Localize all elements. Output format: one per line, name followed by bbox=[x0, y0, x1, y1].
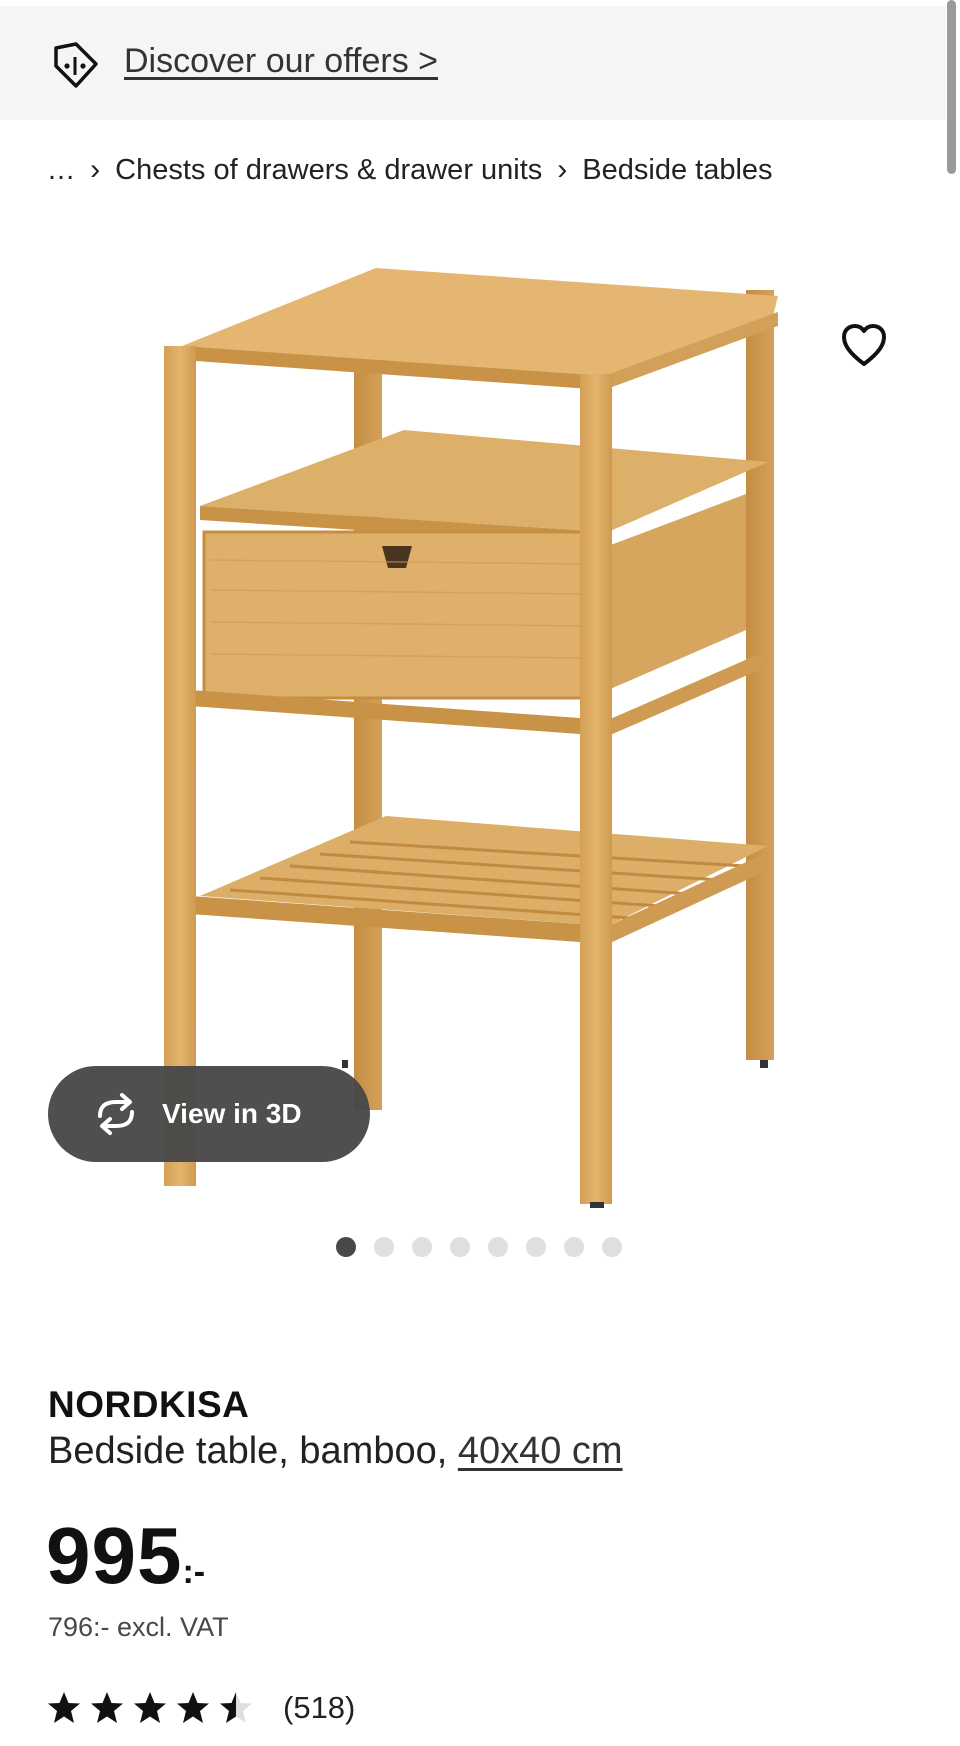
view-in-3d-button[interactable]: View in 3D bbox=[48, 1066, 370, 1162]
breadcrumb: ... › Chests of drawers & drawer units ›… bbox=[48, 150, 773, 190]
breadcrumb-separator: › bbox=[90, 153, 101, 186]
price-excl-vat: 796:- excl. VAT bbox=[48, 1612, 229, 1642]
pagination-dot[interactable] bbox=[602, 1237, 622, 1257]
product-rating[interactable]: (518) bbox=[46, 1686, 355, 1730]
discover-offers-link[interactable]: Discover our offers > bbox=[124, 42, 438, 81]
star-icon bbox=[91, 1692, 123, 1723]
product-name: NORDKISA bbox=[48, 1384, 250, 1425]
pagination-dot[interactable] bbox=[564, 1237, 584, 1257]
heart-icon[interactable] bbox=[838, 320, 890, 372]
tag-icon bbox=[54, 42, 98, 88]
page-scrollbar[interactable] bbox=[947, 0, 956, 174]
image-pagination bbox=[0, 1237, 960, 1259]
pagination-dot[interactable] bbox=[526, 1237, 546, 1257]
pagination-dot[interactable] bbox=[374, 1237, 394, 1257]
price-integer: 995 bbox=[46, 1511, 183, 1600]
pagination-dot[interactable] bbox=[412, 1237, 432, 1257]
breadcrumb-item-bedside-tables[interactable]: Bedside tables bbox=[582, 154, 772, 187]
product-size-link[interactable]: 40x40 cm bbox=[458, 1430, 623, 1472]
offers-banner: Discover our offers > bbox=[0, 6, 946, 120]
breadcrumb-item-chests-of-drawers[interactable]: Chests of drawers & drawer units bbox=[115, 154, 542, 187]
product-price: 995:- bbox=[46, 1510, 205, 1602]
view-in-3d-label: View in 3D bbox=[162, 1098, 302, 1129]
breadcrumb-ellipsis[interactable]: ... bbox=[48, 154, 75, 187]
pagination-dot[interactable] bbox=[488, 1237, 508, 1257]
star-icon bbox=[134, 1692, 166, 1723]
pagination-dot[interactable] bbox=[450, 1237, 470, 1257]
rating-stars bbox=[46, 1690, 261, 1726]
price-suffix: :- bbox=[182, 1553, 206, 1591]
product-description-text: Bedside table, bamboo, bbox=[48, 1430, 458, 1472]
pagination-dot[interactable] bbox=[336, 1237, 356, 1257]
star-icon bbox=[220, 1692, 252, 1723]
star-icon bbox=[48, 1692, 80, 1723]
product-description: Bedside table, bamboo, 40x40 cm bbox=[48, 1430, 623, 1473]
breadcrumb-separator: › bbox=[557, 153, 568, 186]
star-icon bbox=[177, 1692, 209, 1723]
review-count[interactable]: (518) bbox=[283, 1690, 355, 1726]
rotate-icon bbox=[98, 1093, 134, 1135]
